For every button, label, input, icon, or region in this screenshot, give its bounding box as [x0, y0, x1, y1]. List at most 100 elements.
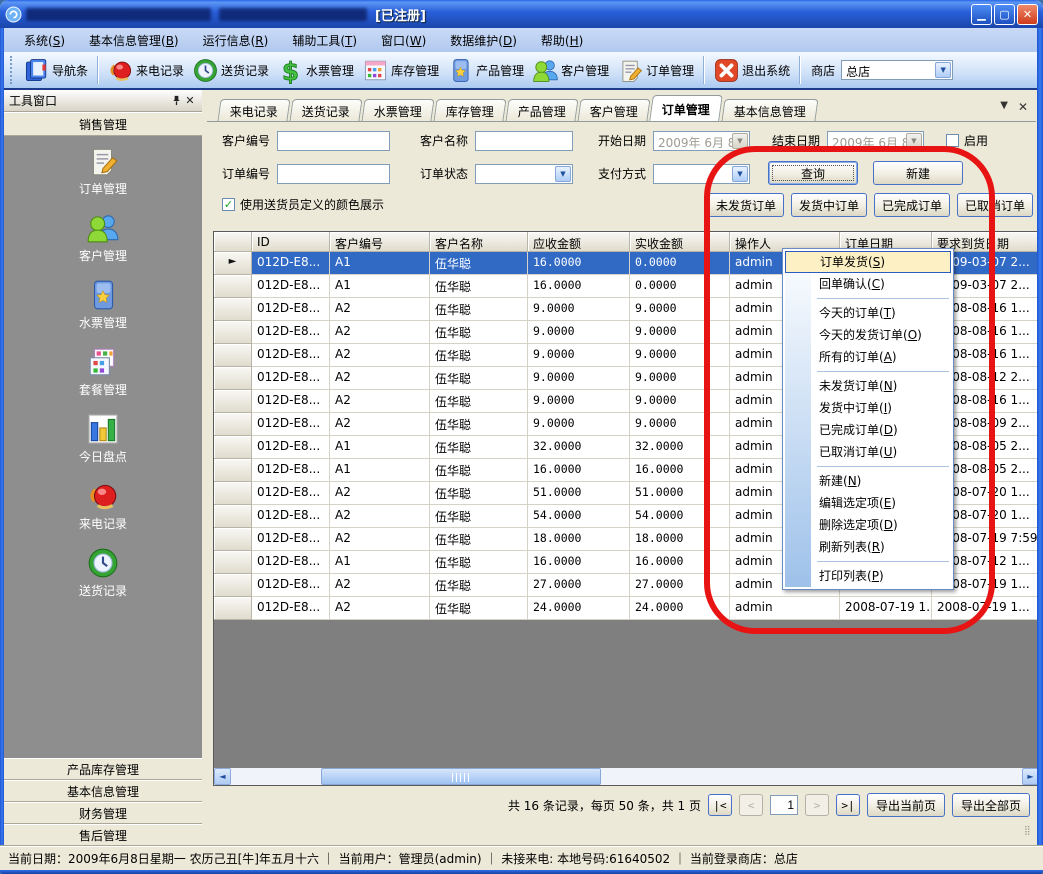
customer-name-input[interactable]	[475, 131, 573, 151]
row-selector[interactable]	[214, 413, 252, 436]
sidebar-item[interactable]: 来电记录	[79, 479, 127, 532]
context-menu-item[interactable]: 所有的订单(A)	[785, 346, 951, 368]
first-page-button[interactable]: |<	[708, 794, 732, 816]
sidebar-item[interactable]: 水票管理	[79, 278, 127, 331]
tab-5[interactable]: 产品管理	[506, 99, 579, 121]
tab-close-icon[interactable]: ✕	[1018, 100, 1028, 114]
grid-column-header[interactable]: ID	[252, 232, 330, 252]
row-selector[interactable]	[214, 367, 252, 390]
sidebar-item[interactable]: 送货记录	[79, 546, 127, 599]
row-selector[interactable]	[214, 551, 252, 574]
horizontal-scrollbar[interactable]: ◄ ►	[214, 768, 1039, 785]
toolbar-button-6[interactable]: 产品管理	[443, 54, 528, 86]
chevron-down-icon[interactable]: ▼	[732, 133, 748, 149]
context-menu-item[interactable]: 回单确认(C)	[785, 273, 951, 295]
close-button[interactable]: ✕	[1017, 4, 1038, 25]
context-menu-item[interactable]: 编辑选定项(E)	[785, 492, 951, 514]
menubar-item[interactable]: 帮助(H)	[529, 29, 595, 52]
context-menu-item[interactable]: 今天的订单(T)	[785, 302, 951, 324]
sidebar-section[interactable]: 财务管理	[4, 802, 202, 824]
grid-column-header[interactable]: 实收金额	[630, 232, 730, 252]
resize-grip[interactable]: ⣿	[1024, 826, 1034, 836]
sidebar-section-sales[interactable]: 销售管理	[4, 112, 202, 136]
scrollbar-thumb[interactable]	[321, 768, 601, 785]
context-menu-item[interactable]: 已完成订单(D)	[785, 419, 951, 441]
tab-2[interactable]: 送货记录	[289, 99, 362, 121]
row-selector[interactable]	[214, 574, 252, 597]
toolbar-button-9[interactable]: 退出系统	[709, 54, 794, 86]
table-row[interactable]: 012D-E8...A2伍华聪24.000024.0000admin2008-0…	[214, 597, 1040, 620]
row-selector[interactable]: ►	[214, 252, 252, 275]
tab-6[interactable]: 客户管理	[578, 99, 651, 121]
sidebar-item[interactable]: 订单管理	[79, 144, 127, 197]
sidebar-item[interactable]: 套餐管理	[79, 345, 127, 398]
menubar-item[interactable]: 系统(S)	[12, 29, 77, 52]
tab-8[interactable]: 基本信息管理	[722, 99, 819, 121]
row-selector[interactable]	[214, 505, 252, 528]
menubar-item[interactable]: 基本信息管理(B)	[77, 29, 191, 52]
context-menu-item[interactable]: 删除选定项(D)	[785, 514, 951, 536]
toolbar-button-4[interactable]: $水票管理	[273, 54, 358, 86]
order-status-select[interactable]: ▼	[475, 164, 573, 184]
row-selector[interactable]	[214, 597, 252, 620]
tab-4[interactable]: 库存管理	[434, 99, 507, 121]
end-date-picker[interactable]: 2009年 6月 8日 ▼	[827, 131, 924, 151]
color-display-checkbox[interactable]: ✓	[222, 198, 235, 211]
sidebar-item[interactable]: 客户管理	[79, 211, 127, 264]
row-selector[interactable]	[214, 344, 252, 367]
next-page-button[interactable]: >	[805, 794, 829, 816]
row-selector[interactable]	[214, 275, 252, 298]
toolbar-grip[interactable]	[10, 56, 15, 84]
pay-method-select[interactable]: ▼	[653, 164, 750, 184]
row-selector[interactable]	[214, 321, 252, 344]
grid-column-header[interactable]: 客户名称	[430, 232, 528, 252]
tab-list-dropdown-icon[interactable]: ▼	[1000, 100, 1008, 114]
chevron-down-icon[interactable]: ▼	[935, 62, 951, 78]
chevron-down-icon[interactable]: ▼	[732, 166, 748, 182]
context-menu-item[interactable]: 新建(N)	[785, 470, 951, 492]
context-menu-item[interactable]: 未发货订单(N)	[785, 375, 951, 397]
sidebar-section[interactable]: 产品库存管理	[4, 758, 202, 780]
row-selector[interactable]	[214, 436, 252, 459]
context-menu-item[interactable]: 发货中订单(I)	[785, 397, 951, 419]
row-selector[interactable]	[214, 298, 252, 321]
enable-checkbox[interactable]	[946, 134, 959, 147]
start-date-picker[interactable]: 2009年 6月 8日 ▼	[653, 131, 750, 151]
status-filter-button-1[interactable]: 未发货订单	[708, 193, 784, 217]
page-number-input[interactable]	[770, 795, 798, 815]
status-filter-button-4[interactable]: 已取消订单	[957, 193, 1033, 217]
toolbar-button-3[interactable]: 送货记录	[188, 54, 273, 86]
chevron-down-icon[interactable]: ▼	[555, 166, 571, 182]
menubar-item[interactable]: 辅助工具(T)	[280, 29, 369, 52]
shop-select[interactable]: 总店 ▼	[841, 60, 953, 80]
menubar-item[interactable]: 窗口(W)	[369, 29, 438, 52]
new-button[interactable]: 新建	[873, 161, 963, 185]
context-menu-item[interactable]: 打印列表(P)	[785, 565, 951, 587]
context-menu-item[interactable]: 订单发货(S)	[785, 251, 951, 273]
query-button[interactable]: 查询	[768, 161, 858, 185]
row-selector[interactable]	[214, 528, 252, 551]
close-panel-icon[interactable]: ✕	[183, 94, 197, 108]
export-current-page-button[interactable]: 导出当前页	[867, 793, 945, 817]
sidebar-section[interactable]: 基本信息管理	[4, 780, 202, 802]
pin-icon[interactable]	[169, 94, 183, 108]
grid-column-header[interactable]: 应收金额	[528, 232, 630, 252]
toolbar-button-1[interactable]: 导航条	[19, 54, 92, 86]
scroll-left-icon[interactable]: ◄	[214, 768, 231, 785]
status-filter-button-3[interactable]: 已完成订单	[874, 193, 950, 217]
sidebar-section[interactable]: 售后管理	[4, 824, 202, 846]
row-selector[interactable]	[214, 482, 252, 505]
toolbar-button-7[interactable]: 客户管理	[528, 54, 613, 86]
context-menu-item[interactable]: 今天的发货订单(O)	[785, 324, 951, 346]
grid-column-header[interactable]: 客户编号	[330, 232, 430, 252]
maximize-button[interactable]: ▢	[994, 4, 1015, 25]
order-no-input[interactable]	[277, 164, 390, 184]
menubar-item[interactable]: 数据维护(D)	[438, 29, 529, 52]
context-menu-item[interactable]: 刷新列表(R)	[785, 536, 951, 558]
menubar-item[interactable]: 运行信息(R)	[191, 29, 281, 52]
context-menu-item[interactable]: 已取消订单(U)	[785, 441, 951, 463]
row-selector[interactable]	[214, 390, 252, 413]
toolbar-button-8[interactable]: 订单管理	[613, 54, 698, 86]
tab-1[interactable]: 来电记录	[217, 99, 290, 121]
tab-7[interactable]: 订单管理	[649, 95, 723, 121]
